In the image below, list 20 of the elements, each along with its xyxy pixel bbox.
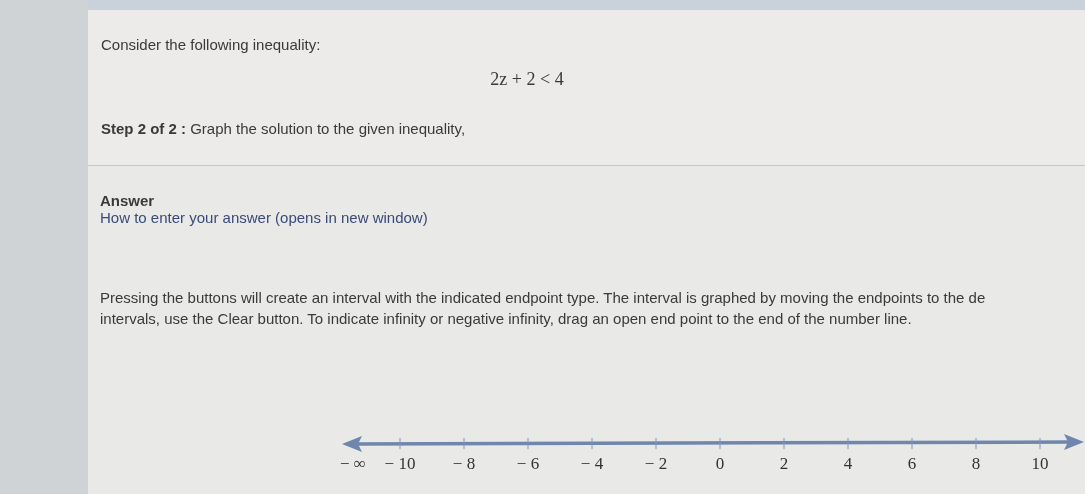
tick-label: 2 [779, 454, 789, 473]
instruction-line: intervals, use the Clear button. To indicate infinity or negative infinity, drag an open end point to the end of the number line. [100, 309, 913, 329]
tick-label: 6 [907, 454, 917, 473]
tick-label: − 8 [452, 454, 476, 473]
help-link[interactable]: How to enter your answer (opens in new window) [100, 209, 428, 226]
tick-label: 0 [715, 454, 725, 473]
tick-label: 10 [1031, 454, 1049, 473]
step-text: Step 2 of 2 : Graph the solution to the given inequality, [101, 120, 467, 137]
number-line[interactable] [342, 434, 1084, 452]
inequality: 2z + 2 < 4 [490, 69, 564, 90]
tick-label: 4 [843, 454, 853, 473]
infinity-label: − ∞ [340, 454, 366, 473]
tick-label: − 2 [644, 454, 668, 473]
tick-label: − 4 [580, 454, 604, 473]
tick-label: − 6 [516, 454, 540, 473]
instruction-line: Pressing the buttons will create an interval with the indicated endpoint type. The interval is graphed by moving the endpoints to the de [100, 288, 987, 308]
tick-label: 8 [971, 454, 981, 473]
tick-label: − 10 [384, 454, 416, 473]
answer-heading: Answer [100, 192, 156, 209]
question-prompt: Consider the following inequality: [101, 36, 322, 53]
